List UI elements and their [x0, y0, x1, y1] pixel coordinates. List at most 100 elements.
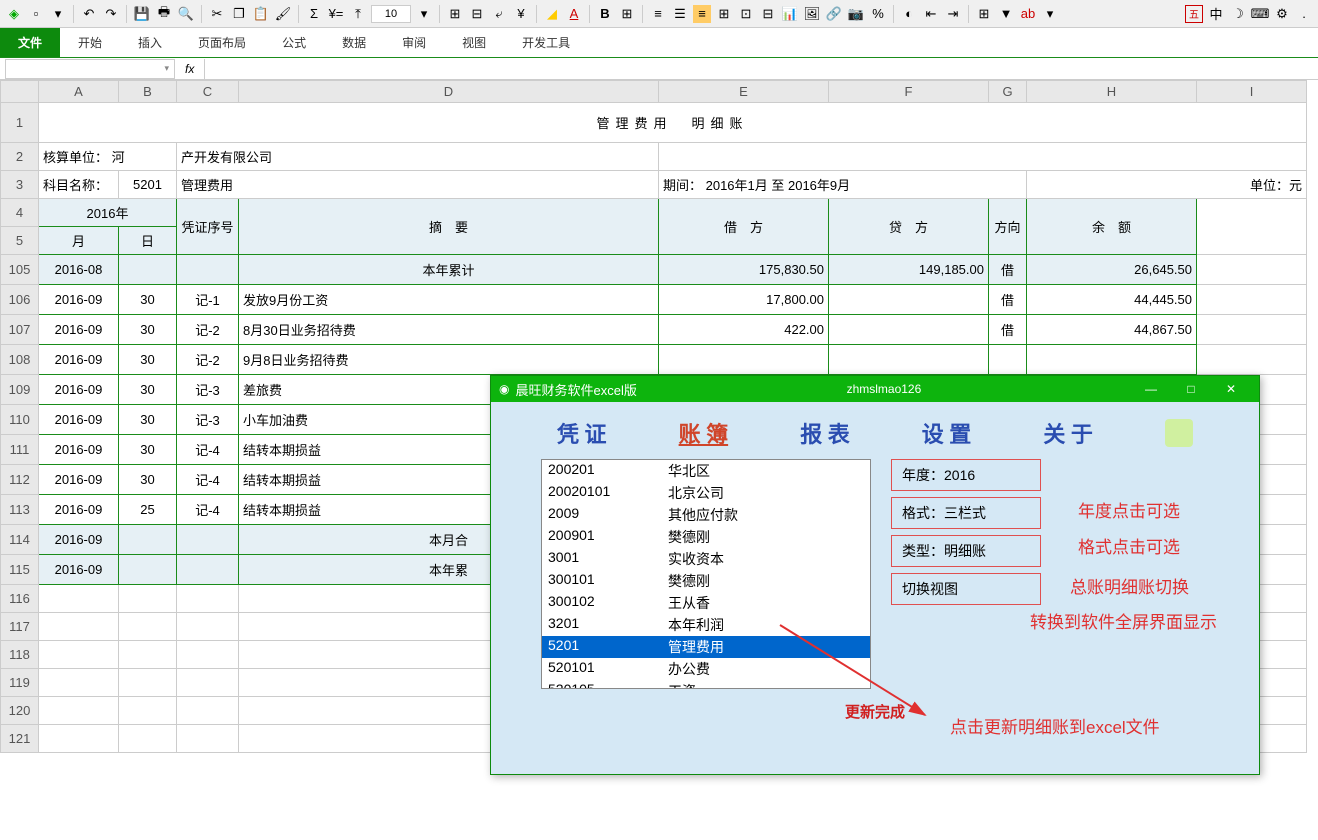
cell-voucher[interactable]: 记-4	[177, 435, 239, 465]
cell[interactable]	[1197, 345, 1307, 375]
hdr-month[interactable]: 月	[39, 227, 119, 255]
cell-voucher[interactable]	[177, 525, 239, 555]
tab-review[interactable]: 审阅	[384, 28, 444, 57]
row-header[interactable]: 121	[1, 725, 39, 753]
format-painter-icon[interactable]: 🖌	[274, 5, 292, 23]
cell-month[interactable]: 2016-09	[39, 285, 119, 315]
cell[interactable]	[177, 725, 239, 753]
cell-balance[interactable]: 44,867.50	[1027, 315, 1197, 345]
cell-credit[interactable]: 149,185.00	[829, 255, 989, 285]
row-header[interactable]: 113	[1, 495, 39, 525]
preview-icon[interactable]: 🔍	[177, 5, 195, 23]
column-header[interactable]: H	[1027, 81, 1197, 103]
paste-icon[interactable]: 📋	[252, 5, 270, 23]
copy-icon[interactable]: ❐	[230, 5, 248, 23]
cell-month[interactable]: 2016-09	[39, 525, 119, 555]
dialog-titlebar[interactable]: ◉ 晨旺财务软件excel版 zhmslmao126 — □ ✕	[491, 376, 1259, 402]
cell-day[interactable]: 30	[119, 435, 177, 465]
hdr-voucher[interactable]: 凭证序号	[177, 199, 239, 255]
indent-left-icon[interactable]: ⇤	[922, 5, 940, 23]
cell-voucher[interactable]	[177, 255, 239, 285]
tab-file[interactable]: 文件	[0, 28, 60, 57]
sheet-title[interactable]: 管理费用 明细账	[39, 103, 1307, 143]
row-header[interactable]: 4	[1, 199, 39, 227]
nav-ledger[interactable]: 账 簿	[679, 417, 729, 449]
subject-code[interactable]: 5201	[119, 171, 177, 199]
list-item[interactable]: 300101樊德刚	[542, 570, 870, 592]
nav-report[interactable]: 报 表	[800, 417, 850, 449]
tab-view[interactable]: 视图	[444, 28, 504, 57]
cell-direction[interactable]: 借	[989, 285, 1027, 315]
select-all-corner[interactable]	[1, 81, 39, 103]
row-header[interactable]: 1	[1, 103, 39, 143]
undo-icon[interactable]: ↶	[80, 5, 98, 23]
align-right-icon[interactable]: ≡	[693, 5, 711, 23]
cell[interactable]	[119, 725, 177, 753]
list-item[interactable]: 20020101北京公司	[542, 482, 870, 504]
row-header[interactable]: 107	[1, 315, 39, 345]
cell-direction[interactable]: 借	[989, 255, 1027, 285]
tab-home[interactable]: 开始	[60, 28, 120, 57]
cell-direction[interactable]	[989, 345, 1027, 375]
period-cell[interactable]: 期间： 2016年1月 至 2016年9月	[659, 171, 1027, 199]
row-header[interactable]: 109	[1, 375, 39, 405]
align-left-icon[interactable]: ≡	[649, 5, 667, 23]
hdr-debit[interactable]: 借 方	[659, 199, 829, 255]
cell-month[interactable]: 2016-09	[39, 345, 119, 375]
format-select[interactable]: 格式：三栏式	[891, 497, 1041, 529]
more-icon[interactable]: ▾	[1041, 5, 1059, 23]
cell-voucher[interactable]: 记-2	[177, 345, 239, 375]
list-item[interactable]: 3001实收资本	[542, 548, 870, 570]
row-header[interactable]: 117	[1, 613, 39, 641]
cell[interactable]	[177, 613, 239, 641]
sum-icon[interactable]: Σ	[305, 5, 323, 23]
image-icon[interactable]: 🖼	[803, 5, 821, 23]
cut-icon[interactable]: ✂	[208, 5, 226, 23]
row-header[interactable]: 110	[1, 405, 39, 435]
row-header[interactable]: 112	[1, 465, 39, 495]
formula-input[interactable]	[204, 59, 1318, 79]
fx-icon[interactable]: fx	[185, 62, 194, 76]
unit-cell[interactable]: 核算单位： 河	[39, 143, 177, 171]
settings-icon[interactable]: ⚙	[1273, 5, 1291, 23]
cell-month[interactable]: 2016-09	[39, 315, 119, 345]
cell-summary[interactable]: 本年累计	[239, 255, 659, 285]
row-header[interactable]: 105	[1, 255, 39, 285]
cell[interactable]	[177, 697, 239, 725]
row-header[interactable]: 111	[1, 435, 39, 465]
tab-formula[interactable]: 公式	[264, 28, 324, 57]
cell-debit[interactable]	[659, 345, 829, 375]
redo-icon[interactable]: ↷	[102, 5, 120, 23]
cell-voucher[interactable]: 记-4	[177, 495, 239, 525]
row-header[interactable]: 106	[1, 285, 39, 315]
sort-icon[interactable]: ⤒	[349, 5, 367, 23]
column-header[interactable]: F	[829, 81, 989, 103]
help-icon[interactable]: .	[1295, 5, 1313, 23]
merge-icon[interactable]: ⊞	[446, 5, 464, 23]
print-icon[interactable]: 🖶	[155, 5, 173, 23]
row-header[interactable]: 108	[1, 345, 39, 375]
cell-balance[interactable]: 26,645.50	[1027, 255, 1197, 285]
row-header[interactable]: 119	[1, 669, 39, 697]
cell[interactable]	[39, 669, 119, 697]
row-header[interactable]: 114	[1, 525, 39, 555]
cell-month[interactable]: 2016-09	[39, 435, 119, 465]
cell-month[interactable]: 2016-09	[39, 375, 119, 405]
fill-color-icon[interactable]: ◢	[543, 5, 561, 23]
nav-setting[interactable]: 设 置	[922, 417, 972, 449]
cell-day[interactable]	[119, 255, 177, 285]
merge2-icon[interactable]: ⊟	[468, 5, 486, 23]
row-header[interactable]: 5	[1, 227, 39, 255]
cell-debit[interactable]: 175,830.50	[659, 255, 829, 285]
cell[interactable]	[119, 585, 177, 613]
cell-balance[interactable]	[1027, 345, 1197, 375]
dropdown-icon[interactable]: ▾	[415, 5, 433, 23]
cell-balance[interactable]: 44,445.50	[1027, 285, 1197, 315]
moon-icon[interactable]: ☽	[1229, 5, 1247, 23]
cell[interactable]	[177, 585, 239, 613]
column-header[interactable]: E	[659, 81, 829, 103]
currency-icon[interactable]: ¥	[512, 5, 530, 23]
ime-switch-icon[interactable]: 五	[1185, 5, 1203, 23]
minimize-button[interactable]: —	[1131, 382, 1171, 396]
cell-day[interactable]: 30	[119, 315, 177, 345]
